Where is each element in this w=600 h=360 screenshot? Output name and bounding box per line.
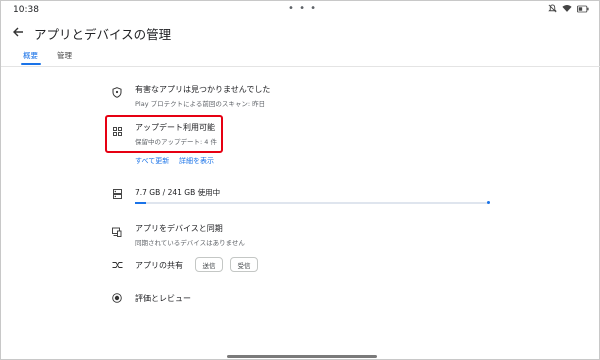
status-icons [548, 4, 589, 13]
notifications-off-icon [548, 4, 557, 13]
storage-label: 7.7 GB / 241 GB 使用中 [135, 188, 221, 197]
receive-button[interactable]: 受信 [230, 257, 258, 272]
highlight-box [105, 115, 223, 153]
app-window: 10:38 • • • アプリとデバイスの管理 概要 管理 有害なアプリは見つか… [0, 0, 600, 360]
wifi-icon [562, 4, 572, 13]
storage-bar-end-dot [487, 201, 490, 204]
app-bar: アプリとデバイスの管理 [1, 19, 600, 47]
sync-subtitle: 同期されているデバイスはありません [135, 239, 245, 247]
status-time: 10:38 [13, 5, 39, 15]
storage-icon [110, 187, 124, 201]
sync-title: アプリをデバイスと同期 [135, 224, 223, 233]
send-button-label: 送信 [202, 261, 216, 270]
receive-button-label: 受信 [237, 261, 251, 270]
send-button[interactable]: 送信 [195, 257, 223, 272]
show-details-link[interactable]: 詳細を表示 [179, 156, 214, 166]
window-menu-dots[interactable]: • • • [288, 3, 317, 14]
shield-icon [110, 85, 124, 99]
devices-sync-icon [110, 225, 124, 239]
share-arrows-icon [110, 258, 124, 272]
status-bar: 10:38 • • • [1, 1, 600, 19]
page-title: アプリとデバイスの管理 [34, 27, 172, 42]
active-tab-indicator [21, 63, 41, 65]
share-title: アプリの共有 [135, 261, 183, 270]
ratings-icon [110, 291, 124, 305]
protect-subtitle: Play プロテクトによる前回のスキャン: 昨日 [135, 100, 266, 108]
update-all-link[interactable]: すべて更新 [135, 156, 169, 166]
storage-progress-bar [135, 202, 489, 204]
tab-overview[interactable]: 概要 [23, 50, 38, 61]
arrow-back-icon[interactable] [9, 23, 27, 41]
gesture-handle[interactable] [227, 355, 377, 358]
tab-manage[interactable]: 管理 [57, 50, 72, 61]
tab-bar: 概要 管理 [1, 47, 600, 67]
battery-icon [577, 5, 589, 13]
protect-title: 有害なアプリは見つかりませんでした [135, 85, 271, 94]
storage-progress-fill [135, 202, 147, 204]
ratings-title: 評価とレビュー [135, 294, 191, 303]
